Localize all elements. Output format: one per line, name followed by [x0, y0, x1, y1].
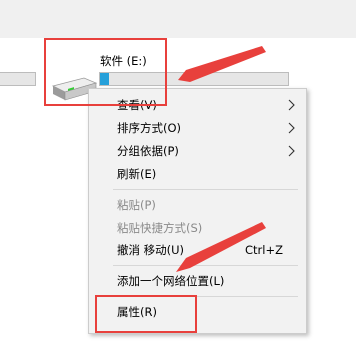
- menu-item-label: 撤消 移动(U): [117, 243, 185, 257]
- menu-item-add-network-location[interactable]: 添加一个网络位置(L): [89, 270, 306, 292]
- menu-item-view[interactable]: 查看(V): [89, 94, 306, 116]
- menu-item-label: 粘贴快捷方式(S): [117, 221, 203, 235]
- other-drive-usage-bar: [0, 72, 36, 86]
- context-menu: 查看(V) 排序方式(O) 分组依据(P) 刷新(E) 粘贴(P) 粘贴快捷方式…: [88, 88, 307, 334]
- drive-usage-fill: [100, 73, 110, 85]
- menu-separator: [113, 265, 298, 266]
- submenu-arrow-icon: [288, 145, 295, 157]
- menu-item-group-by[interactable]: 分组依据(P): [89, 140, 306, 162]
- menu-item-label: 添加一个网络位置(L): [117, 274, 225, 288]
- menu-item-undo-move[interactable]: 撤消 移动(U) Ctrl+Z: [89, 239, 306, 261]
- menu-item-sort-by[interactable]: 排序方式(O): [89, 117, 306, 139]
- menu-item-refresh[interactable]: 刷新(E): [89, 163, 306, 185]
- menu-item-shortcut: Ctrl+Z: [245, 243, 283, 257]
- submenu-arrow-icon: [288, 99, 295, 111]
- menu-item-label: 刷新(E): [117, 167, 157, 181]
- explorer-toolbar-area: [0, 0, 356, 38]
- submenu-arrow-icon: [288, 122, 295, 134]
- menu-item-properties[interactable]: 属性(R): [89, 301, 306, 323]
- menu-separator: [113, 296, 298, 297]
- menu-item-label: 排序方式(O): [117, 121, 182, 135]
- menu-item-label: 属性(R): [117, 305, 157, 319]
- menu-item-paste-shortcut[interactable]: 粘贴快捷方式(S): [89, 217, 306, 239]
- menu-item-label: 分组依据(P): [117, 144, 179, 158]
- menu-item-label: 查看(V): [117, 98, 157, 112]
- menu-item-label: 粘贴(P): [117, 198, 156, 212]
- menu-item-paste[interactable]: 粘贴(P): [89, 194, 306, 216]
- menu-separator: [113, 189, 298, 190]
- drive-usage-bar: [99, 72, 289, 86]
- drive-label: 软件 (E:): [100, 54, 147, 68]
